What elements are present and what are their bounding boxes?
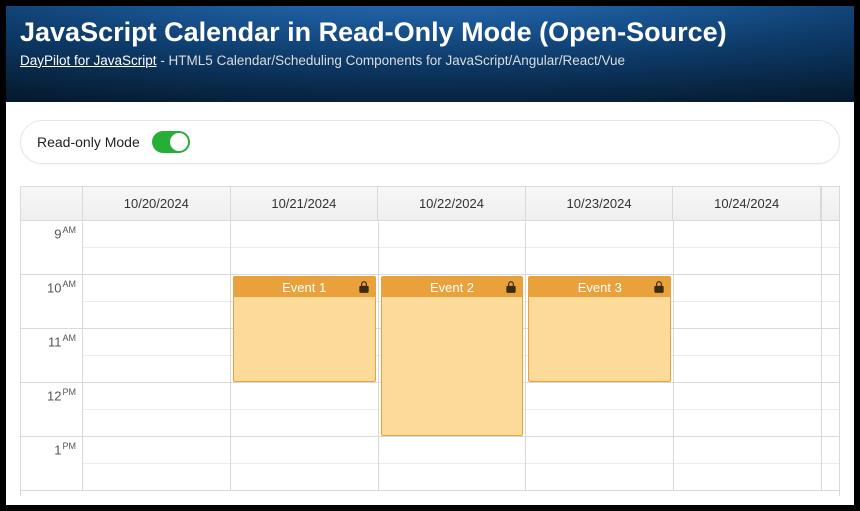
page-title: JavaScript Calendar in Read-Only Mode (O… bbox=[20, 16, 840, 50]
day-column[interactable]: Event 3 bbox=[526, 221, 674, 491]
page-header: JavaScript Calendar in Read-Only Mode (O… bbox=[6, 6, 854, 102]
lock-icon bbox=[357, 280, 371, 294]
calendar: 10/20/2024 10/21/2024 10/22/2024 10/23/2… bbox=[20, 186, 840, 496]
time-slot[interactable] bbox=[674, 329, 821, 356]
day-header[interactable]: 10/20/2024 bbox=[83, 187, 231, 220]
time-gutter: 9AM 10AM 11AM 12PM 1PM bbox=[21, 221, 83, 491]
time-slot bbox=[822, 383, 839, 410]
time-slot[interactable] bbox=[231, 464, 378, 491]
time-slot[interactable] bbox=[231, 221, 378, 248]
time-slot[interactable] bbox=[83, 221, 230, 248]
day-column[interactable] bbox=[83, 221, 231, 491]
time-slot[interactable] bbox=[674, 356, 821, 383]
time-slot[interactable] bbox=[674, 248, 821, 275]
event-header: Event 1 bbox=[234, 277, 375, 297]
time-slot[interactable] bbox=[231, 248, 378, 275]
subtitle-rest: - HTML5 Calendar/Scheduling Components f… bbox=[157, 53, 626, 68]
time-slot[interactable] bbox=[83, 410, 230, 437]
time-slot[interactable] bbox=[526, 383, 673, 410]
time-label: 12PM bbox=[47, 387, 76, 403]
time-row: 10AM bbox=[21, 275, 82, 329]
day-column[interactable]: Event 1 bbox=[231, 221, 379, 491]
time-slot[interactable] bbox=[526, 248, 673, 275]
time-slot[interactable] bbox=[231, 383, 378, 410]
time-slot[interactable] bbox=[379, 464, 526, 491]
time-label: 10AM bbox=[47, 279, 76, 295]
time-slot[interactable] bbox=[674, 275, 821, 302]
time-slot[interactable] bbox=[83, 383, 230, 410]
time-slot[interactable] bbox=[83, 275, 230, 302]
time-row: 12PM bbox=[21, 383, 82, 437]
time-slot bbox=[822, 302, 839, 329]
time-label: 9AM bbox=[54, 225, 76, 241]
time-slot[interactable] bbox=[379, 437, 526, 464]
time-slot[interactable] bbox=[526, 464, 673, 491]
lock-icon bbox=[504, 280, 518, 294]
time-row: 1PM bbox=[21, 437, 82, 491]
time-slot[interactable] bbox=[379, 248, 526, 275]
time-slot bbox=[822, 410, 839, 437]
event-title: Event 1 bbox=[282, 280, 326, 295]
toolbar: Read-only Mode bbox=[20, 120, 840, 164]
time-slot[interactable] bbox=[674, 464, 821, 491]
day-header[interactable]: 10/24/2024 bbox=[673, 187, 821, 220]
time-slot[interactable] bbox=[83, 302, 230, 329]
toggle-knob bbox=[170, 133, 188, 151]
time-slot[interactable] bbox=[83, 464, 230, 491]
time-slot[interactable] bbox=[674, 302, 821, 329]
day-header[interactable]: 10/22/2024 bbox=[378, 187, 526, 220]
day-column[interactable]: Event 2 bbox=[379, 221, 527, 491]
event-header: Event 3 bbox=[529, 277, 670, 297]
time-slot[interactable] bbox=[674, 383, 821, 410]
time-slot bbox=[822, 464, 839, 491]
day-column[interactable] bbox=[674, 221, 821, 491]
time-slot[interactable] bbox=[231, 437, 378, 464]
time-slot[interactable] bbox=[231, 410, 378, 437]
readonly-label: Read-only Mode bbox=[37, 134, 140, 150]
time-slot bbox=[822, 275, 839, 302]
time-slot[interactable] bbox=[83, 248, 230, 275]
calendar-event[interactable]: Event 3 bbox=[528, 276, 671, 382]
time-slot[interactable] bbox=[526, 437, 673, 464]
time-slot[interactable] bbox=[526, 410, 673, 437]
time-slot[interactable] bbox=[674, 221, 821, 248]
time-slot[interactable] bbox=[83, 437, 230, 464]
day-columns: Event 1 Event 2 Event 3 bbox=[83, 221, 821, 491]
calendar-event[interactable]: Event 1 bbox=[233, 276, 376, 382]
time-row: 9AM bbox=[21, 221, 82, 275]
calendar-header-row: 10/20/2024 10/21/2024 10/22/2024 10/23/2… bbox=[21, 187, 839, 221]
time-slot[interactable] bbox=[674, 410, 821, 437]
time-slot bbox=[822, 356, 839, 383]
time-slot bbox=[822, 437, 839, 464]
event-title: Event 3 bbox=[578, 280, 622, 295]
time-gutter-header bbox=[21, 187, 83, 220]
calendar-event[interactable]: Event 2 bbox=[381, 276, 524, 436]
time-slot[interactable] bbox=[379, 221, 526, 248]
time-label: 11AM bbox=[48, 333, 76, 349]
day-header[interactable]: 10/23/2024 bbox=[526, 187, 674, 220]
extra-day-column bbox=[821, 221, 839, 491]
time-slot[interactable] bbox=[83, 356, 230, 383]
time-slot[interactable] bbox=[526, 221, 673, 248]
time-slot bbox=[822, 221, 839, 248]
time-label: 1PM bbox=[54, 441, 76, 457]
event-title: Event 2 bbox=[430, 280, 474, 295]
day-header[interactable]: 10/21/2024 bbox=[231, 187, 379, 220]
page-subtitle: DayPilot for JavaScript - HTML5 Calendar… bbox=[20, 53, 840, 68]
lock-icon bbox=[652, 280, 666, 294]
readonly-toggle[interactable] bbox=[152, 131, 190, 153]
event-header: Event 2 bbox=[382, 277, 523, 297]
time-row: 11AM bbox=[21, 329, 82, 383]
time-slot[interactable] bbox=[83, 329, 230, 356]
time-slot bbox=[822, 329, 839, 356]
extra-day-header bbox=[821, 187, 839, 220]
time-slot[interactable] bbox=[674, 437, 821, 464]
calendar-body: 9AM 10AM 11AM 12PM 1PM bbox=[21, 221, 839, 491]
daypilot-link[interactable]: DayPilot for JavaScript bbox=[20, 53, 157, 68]
time-slot bbox=[822, 248, 839, 275]
